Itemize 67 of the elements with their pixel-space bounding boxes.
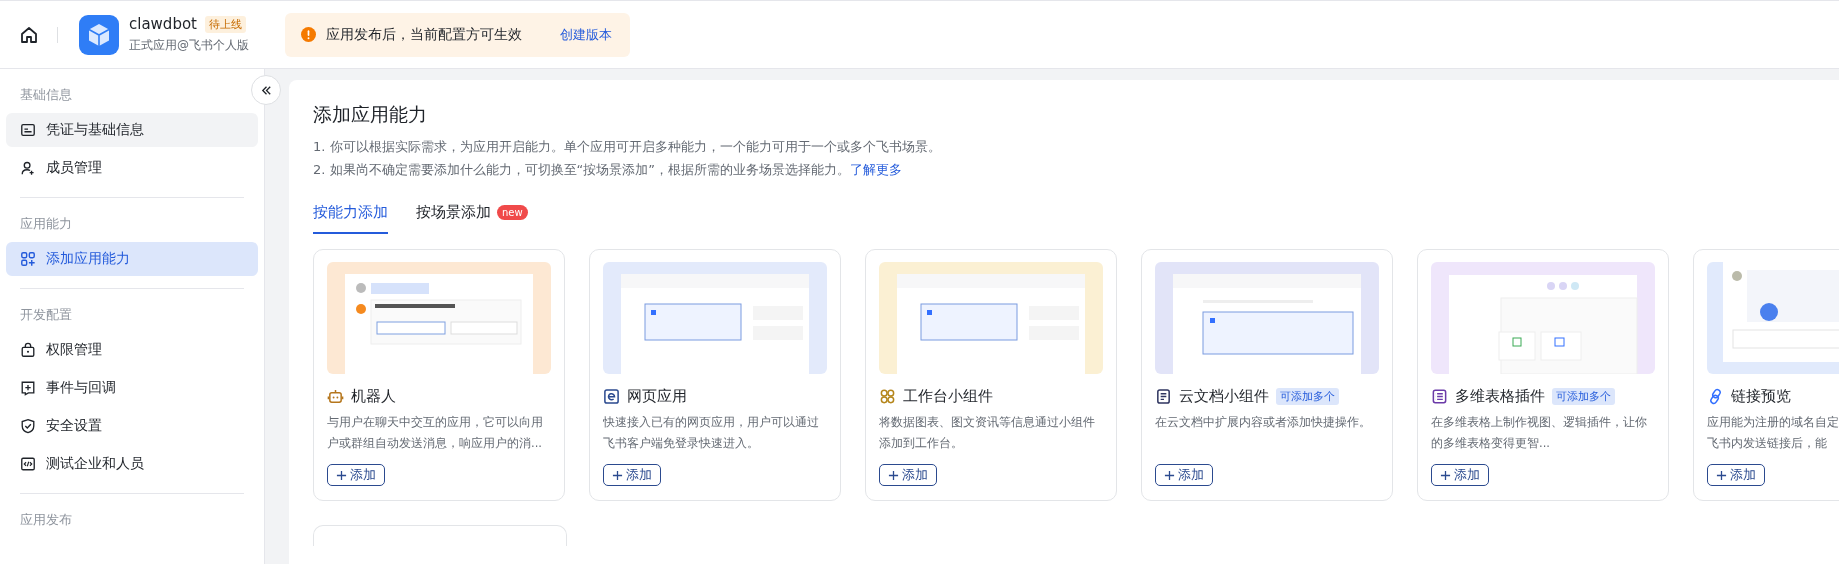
card-description-line: 应用能为注册的域名自定: [1707, 414, 1839, 431]
home-icon[interactable]: [19, 24, 39, 45]
multi-add-tag: 可添加多个: [1276, 387, 1339, 405]
lock-icon: [20, 342, 36, 358]
sidebar-group-title: 开发配置: [19, 306, 73, 324]
sidebar-group-title: 应用发布: [19, 511, 73, 529]
card-description: 与用户在聊天中交互的应用，它可以向用户或群组自动发送消息，响应用户的消...: [327, 414, 544, 452]
create-version-link[interactable]: 创建版本: [560, 25, 612, 44]
add-button[interactable]: 添加: [327, 464, 385, 486]
link-icon: [1707, 387, 1724, 405]
multi-add-tag: 可添加多个: [1552, 387, 1615, 405]
app-type: 正式应用@飞书个人版: [129, 37, 249, 54]
tab[interactable]: 按能力添加: [313, 199, 388, 234]
card-description: 将数据图表、图文资讯等信息通过小组件添加到工作台。: [879, 414, 1096, 452]
web-app-icon: [603, 387, 620, 405]
page-title: 添加应用能力: [313, 102, 428, 127]
card-description: 快速接入已有的网页应用，用户可以通过飞书客户端免登录快速进入。: [603, 414, 820, 452]
table-icon: [1431, 387, 1448, 405]
add-button[interactable]: 添加: [1707, 464, 1765, 486]
app-logo-icon: [79, 14, 119, 55]
card-title: 工作台小组件: [903, 386, 993, 406]
plus-icon: [336, 469, 347, 481]
card-title: 多维表格插件: [1455, 386, 1545, 406]
sidebar-item[interactable]: 凭证与基础信息: [6, 113, 258, 147]
warning-icon: [301, 27, 316, 42]
sidebar-item[interactable]: 成员管理: [6, 151, 258, 185]
card-description: 在云文档中扩展内容或者添加快捷操作。: [1155, 414, 1372, 431]
widget-icon: [879, 387, 896, 405]
sidebar-group-title: 应用能力: [19, 215, 73, 233]
shield-check-icon: [20, 418, 36, 434]
add-button[interactable]: 添加: [879, 464, 937, 486]
id-card-icon: [20, 122, 36, 138]
plus-icon: [1716, 469, 1727, 481]
instruction-text: 2. 如果尚不确定需要添加什么能力，可切换至“按场景添加”，根据所需的业务场景选择能力。了解更多: [313, 161, 903, 179]
app-name: clawdbot: [129, 15, 197, 33]
card-description-line: 飞书内发送链接后，能: [1707, 435, 1827, 452]
learn-more-link[interactable]: 了解更多: [850, 162, 902, 177]
plus-icon: [1164, 469, 1175, 481]
robot-icon: [327, 387, 344, 405]
sidebar-item[interactable]: 添加应用能力: [6, 242, 258, 276]
card-title: 云文档小组件: [1179, 386, 1269, 406]
card-description: 在多维表格上制作视图、逻辑插件，让你的多维表格变得更智...: [1431, 414, 1648, 452]
notice-text: 应用发布后，当前配置方可生效: [326, 25, 522, 44]
plus-icon: [888, 469, 899, 481]
collapse-sidebar-button[interactable]: [251, 75, 281, 105]
card-title: 链接预览: [1731, 386, 1791, 406]
document-icon: [1155, 387, 1172, 405]
card-title: 网页应用: [627, 386, 687, 406]
sidebar-item[interactable]: 安全设置: [6, 409, 258, 443]
code-icon: [20, 456, 36, 472]
card-title: 机器人: [351, 386, 396, 406]
apps-add-icon: [20, 251, 36, 267]
event-icon: [20, 380, 36, 396]
tab[interactable]: 按场景添加 new: [416, 199, 528, 234]
add-user-icon: [20, 160, 36, 176]
instruction-text: 1. 你可以根据实际需求，为应用开启能力。单个应用可开启多种能力，一个能力可用于一个或多个飞书场景。: [313, 138, 942, 156]
plus-icon: [1440, 469, 1451, 481]
sidebar-item[interactable]: 权限管理: [6, 333, 258, 367]
status-badge: 待上线: [205, 15, 246, 33]
new-badge: new: [497, 205, 528, 220]
add-button[interactable]: 添加: [603, 464, 661, 486]
sidebar-item[interactable]: 测试企业和人员: [6, 447, 258, 481]
add-button[interactable]: 添加: [1431, 464, 1489, 486]
sidebar-group-title: 基础信息: [19, 86, 73, 104]
sidebar-item[interactable]: 事件与回调: [6, 371, 258, 405]
add-button[interactable]: 添加: [1155, 464, 1213, 486]
plus-icon: [612, 469, 623, 481]
